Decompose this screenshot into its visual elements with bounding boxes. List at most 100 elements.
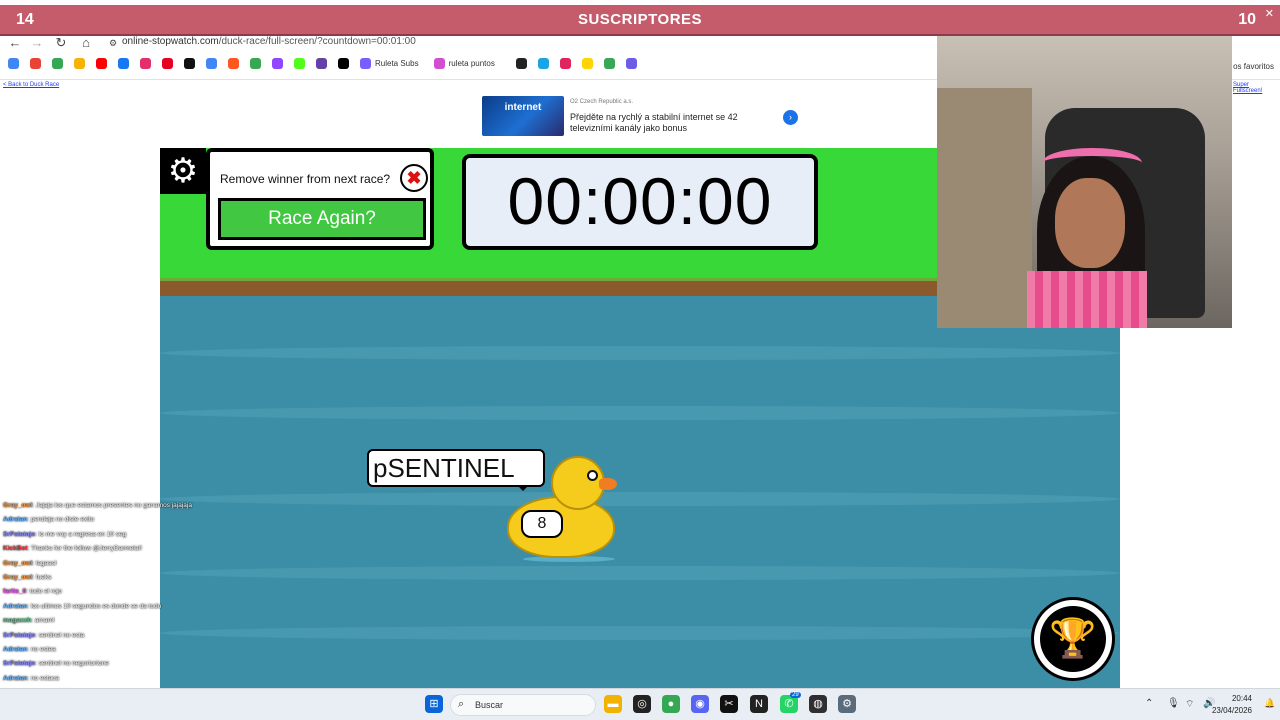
bookmark-icon[interactable]: [74, 58, 85, 69]
bookmark-icon[interactable]: [206, 58, 217, 69]
back-to-duck-race-link[interactable]: < Back to Duck Race: [3, 82, 59, 88]
river-water: [160, 296, 1120, 688]
banner-close-icon[interactable]: ✕: [1265, 7, 1274, 20]
url-path: /duck-race/full-screen/?countdown=00:01:…: [218, 36, 416, 47]
tray-chevron-icon[interactable]: ⌃: [1145, 698, 1153, 709]
chat-message: magaxxh: amaml: [3, 617, 54, 624]
taskbar-search[interactable]: ⌕ Buscar: [450, 694, 596, 716]
duck-number: 8: [521, 510, 563, 538]
ad-arrow-icon[interactable]: ›: [783, 110, 798, 125]
bookmark-icon[interactable]: [560, 58, 572, 69]
notification-bell-icon[interactable]: 🔔: [1264, 698, 1275, 709]
remove-winner-toggle-icon[interactable]: ✖: [400, 164, 428, 192]
duck-head: [551, 456, 605, 510]
advertisement[interactable]: internet O2 Czech Republic a.s. Přejděte…: [482, 96, 804, 136]
chat-message: SrPatatajo: lo me voy a regresa en 10 se…: [3, 531, 126, 538]
bookmark-icon[interactable]: [433, 58, 445, 69]
chat-text: : pendeja no diste exito: [27, 516, 95, 524]
bookmark-icon[interactable]: [118, 58, 129, 69]
other-favorites[interactable]: os favoritos: [1233, 62, 1274, 71]
webcam-feed: [937, 36, 1232, 328]
bookmark-icon[interactable]: [272, 58, 283, 69]
trophy-icon: 🏆: [1040, 606, 1106, 672]
file-explorer-icon[interactable]: ▬: [604, 695, 622, 713]
chat-text: : sentinel no esta: [35, 631, 85, 639]
winner-panel: Remove winner from next race? ✖ Race Aga…: [206, 148, 434, 250]
settings-icon[interactable]: ⚙: [838, 695, 856, 713]
bookmark-icon[interactable]: [538, 58, 550, 69]
bookmark-icon[interactable]: [294, 58, 305, 69]
banner-title: SUSCRIPTORES: [577, 11, 703, 28]
duck-eye: [587, 470, 598, 481]
ad-text: Přejděte na rychlý a stabilní internet s…: [570, 112, 738, 133]
address-bar[interactable]: online-stopwatch.com/duck-race/full-scre…: [122, 36, 416, 47]
chat-message: farits_0: todo el rojo: [3, 588, 62, 595]
remove-winner-label: Remove winner from next race?: [220, 172, 391, 186]
taskbar-clock[interactable]: 20:44 23/04/2026: [1212, 693, 1252, 717]
bookmark-icon[interactable]: [316, 58, 327, 69]
bookmark-icon[interactable]: [228, 58, 239, 69]
race-again-button[interactable]: Race Again?: [218, 198, 426, 240]
wave: [160, 346, 1120, 360]
chat-username: KickBot: [3, 545, 28, 553]
countdown-timer: 00:00:00: [462, 154, 818, 250]
chat-username: farits_0: [3, 588, 27, 596]
wave: [160, 492, 1120, 506]
chat-username: SrPatatajo: [3, 530, 36, 538]
wifi-icon[interactable]: ⌔: [1185, 698, 1194, 711]
chat-username: Adraian: [3, 602, 28, 610]
bookmark-icon[interactable]: [250, 58, 261, 69]
chat-message: Adraian: no estea: [3, 646, 56, 653]
chat-message: Adraian: no estaca: [3, 675, 59, 682]
chat-username: Gray_owl: [3, 559, 33, 567]
banner-right-count: 10: [1238, 11, 1256, 28]
obs-icon[interactable]: ◍: [809, 695, 827, 713]
chat-message: Gray_owl: lagaasl: [3, 560, 56, 567]
bookmark-icon[interactable]: [604, 58, 616, 69]
chat-username: Adraian: [3, 516, 28, 524]
webcam-face: [1055, 178, 1125, 268]
chat-username: Gray_owl: [3, 502, 33, 509]
home-icon[interactable]: ⌂: [77, 36, 95, 50]
forward-arrow-icon[interactable]: →: [28, 36, 46, 50]
leaderboard-trophy-icon[interactable]: 🏆: [1031, 597, 1115, 681]
chat-text: : lo me voy a regresa en 10 seg: [35, 530, 127, 538]
bookmark-icon[interactable]: [162, 58, 173, 69]
bookmark-icon[interactable]: [8, 58, 19, 69]
bookmark-label[interactable]: Ruleta Subs: [375, 59, 419, 68]
taskbar-search-label: Buscar: [475, 700, 504, 710]
wave: [160, 406, 1120, 420]
notion-icon[interactable]: N: [750, 695, 768, 713]
back-arrow-icon[interactable]: ←: [6, 36, 24, 50]
webcam-shelf: [937, 88, 1032, 328]
cat-ear-headset: [1042, 148, 1142, 178]
subscribers-banner: 14 SUSCRIPTORES 10 ✕: [0, 5, 1280, 36]
capcut-icon[interactable]: ✂: [720, 695, 738, 713]
bookmark-icon[interactable]: [184, 58, 195, 69]
reload-icon[interactable]: ↻: [52, 36, 70, 50]
bookmark-icon[interactable]: [52, 58, 63, 69]
bookmark-label[interactable]: ruleta puntos: [449, 59, 495, 68]
chat-message: SrPatatajo: sentinel no negortortone: [3, 660, 109, 667]
bookmark-icon[interactable]: [516, 58, 528, 69]
super-fullscreen-link[interactable]: Super Fullscreen!: [1233, 82, 1280, 94]
bookmark-icon[interactable]: [338, 58, 349, 69]
duck-beak: [599, 478, 617, 490]
bookmark-icon[interactable]: [582, 58, 594, 69]
chat-username: Adraian: [3, 674, 28, 682]
chat-message: Gray_owl: Jajaja los que estamos present…: [3, 502, 192, 509]
discord-icon[interactable]: ◉: [691, 695, 709, 713]
chatgpt-icon[interactable]: ◎: [633, 695, 651, 713]
chat-text: : Thanks for the follow @JerryDarmela!!: [27, 545, 143, 553]
bookmark-icon[interactable]: [140, 58, 151, 69]
url-host: online-stopwatch.com: [122, 36, 219, 47]
bookmark-icon[interactable]: [30, 58, 41, 69]
settings-gear-icon[interactable]: ⚙: [160, 148, 206, 194]
chrome-icon[interactable]: ●: [662, 695, 680, 713]
site-info-icon[interactable]: ⚙: [104, 36, 122, 50]
bookmark-icon[interactable]: [360, 58, 371, 69]
bookmark-icon[interactable]: [626, 58, 638, 69]
windows-start-icon[interactable]: ⊞: [425, 695, 443, 713]
microphone-icon[interactable]: 🎙: [1167, 698, 1180, 709]
bookmark-icon[interactable]: [96, 58, 107, 69]
